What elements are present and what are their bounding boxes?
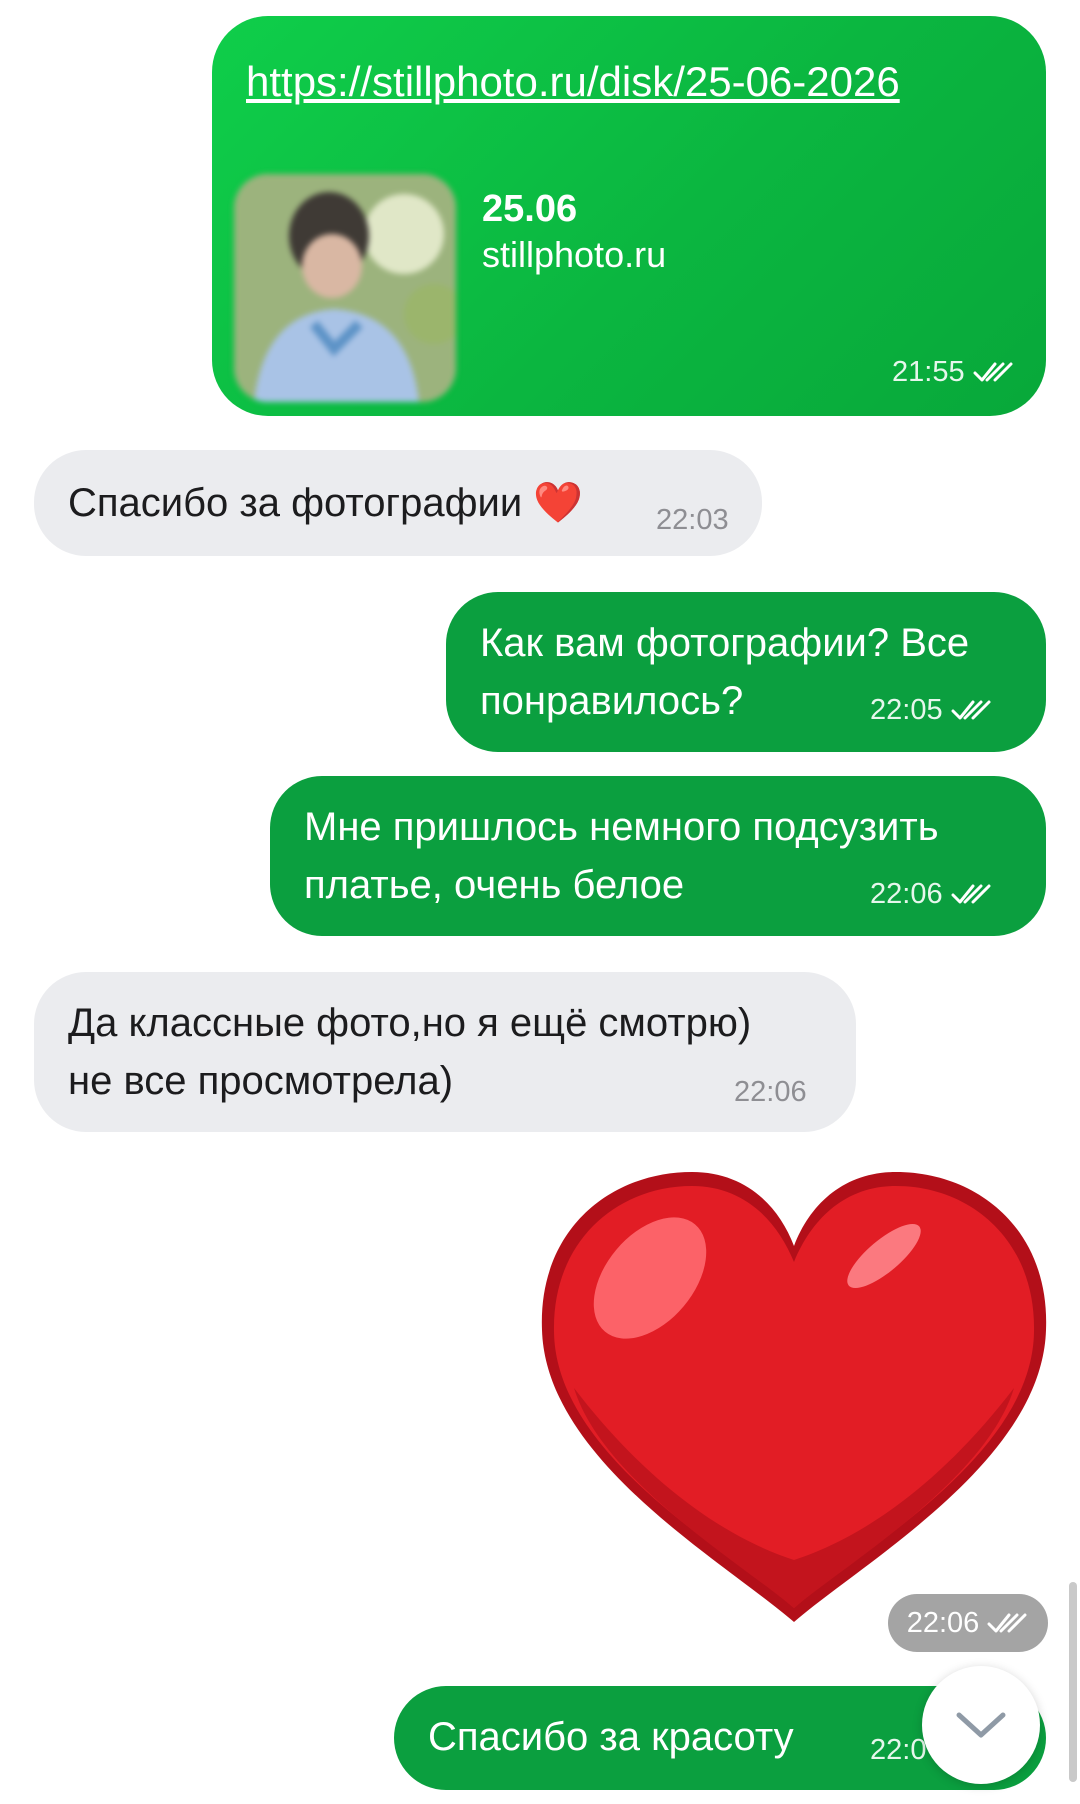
double-check-icon [973, 362, 1013, 382]
scrollbar[interactable] [1069, 1582, 1077, 1782]
message-time: 22:03 [656, 502, 729, 538]
time-label: 22:06 [870, 878, 943, 910]
message-text-line2: не все просмотрела) [68, 1059, 454, 1103]
message-time: 22:06 [870, 876, 993, 912]
double-check-icon [951, 700, 991, 720]
time-label: 22:06 [734, 1076, 807, 1108]
message-link-url[interactable]: https://stillphoto.ru/disk/25-06-2026 [246, 52, 900, 112]
message-time: 22:06 [734, 1074, 807, 1110]
link-preview-title: 25.06 [482, 188, 578, 230]
message-time: 21:55 [892, 354, 1015, 390]
link-preview-thumbnail[interactable] [234, 174, 456, 402]
time-label: 22:05 [870, 694, 943, 726]
sticker-time-badge: 22:06 [888, 1594, 1048, 1652]
message-time: 22:05 [870, 692, 993, 728]
message-text-line2: понравилось? [480, 679, 744, 723]
message-outgoing[interactable]: Как вам фотографии? Все понравилось? 22:… [446, 592, 1046, 752]
double-check-icon [987, 1613, 1027, 1633]
message-incoming[interactable]: Да классные фото,но я ещё смотрю) не все… [34, 972, 856, 1132]
message-text-line2: платье, очень белое [304, 863, 685, 907]
message-incoming[interactable]: Спасибо за фотографии ❤️ 22:03 [34, 450, 762, 556]
link-preview-domain: stillphoto.ru [482, 234, 667, 275]
message-text: Спасибо за фотографии ❤️ [68, 481, 584, 525]
heart-sticker[interactable] [532, 1160, 1056, 1640]
time-label: 21:55 [892, 356, 965, 388]
time-label: 22:03 [656, 504, 729, 536]
time-label: 22:06 [906, 1606, 980, 1639]
chat-view: https://stillphoto.ru/disk/25-06-2026 25… [0, 0, 1080, 1804]
chevron-down-icon [956, 1712, 1006, 1738]
message-text-line1: Как вам фотографии? Все [480, 621, 970, 665]
message-text-line1: Да классные фото,но я ещё смотрю) [68, 1001, 752, 1045]
double-check-icon [951, 884, 991, 904]
scroll-to-bottom-button[interactable] [922, 1666, 1040, 1784]
message-time: 22:0 [870, 1732, 926, 1768]
message-outgoing[interactable]: Мне пришлось немного подсузить платье, о… [270, 776, 1046, 936]
time-label: 22:0 [870, 1734, 927, 1766]
message-link-outgoing[interactable]: https://stillphoto.ru/disk/25-06-2026 25… [212, 16, 1046, 416]
message-text-line1: Мне пришлось немного подсузить [304, 805, 939, 849]
message-text: Спасибо за красоту [428, 1715, 794, 1759]
